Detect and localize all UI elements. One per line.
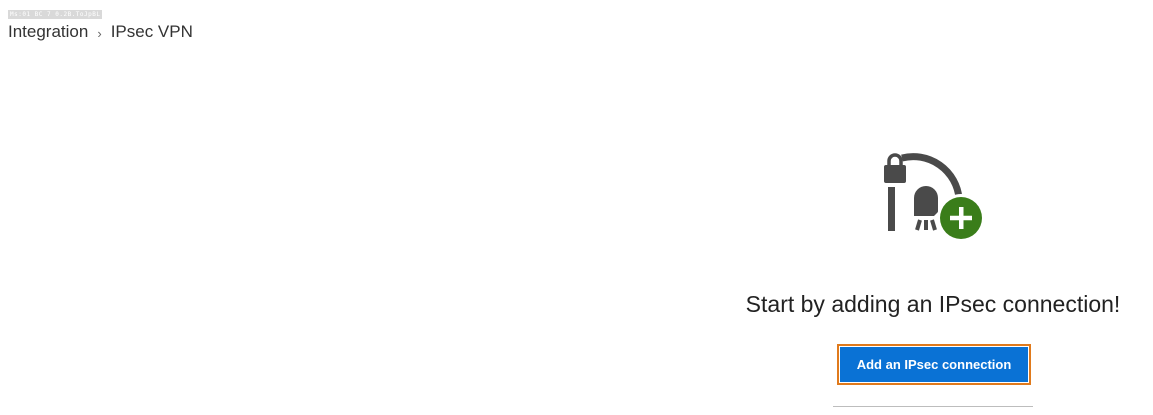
breadcrumb-item-integration[interactable]: Integration [8, 22, 88, 42]
page: Ms:01 BC 7 0.2B.ToJpBL Integration › IPs… [0, 0, 1153, 415]
window-label: Ms:01 BC 7 0.2B.ToJpBL [8, 10, 103, 19]
divider [833, 406, 1033, 407]
breadcrumb-separator: › [97, 25, 102, 41]
vpn-lock-plus-icon [884, 153, 985, 242]
add-ipsec-connection-button[interactable]: Add an IPsec connection [840, 347, 1028, 382]
breadcrumb: Integration › IPsec VPN [8, 22, 193, 42]
add-ipsec-button-focus-ring: Add an IPsec connection [837, 344, 1031, 385]
breadcrumb-item-ipsec-vpn: IPsec VPN [110, 22, 193, 41]
empty-state-title: Start by adding an IPsec connection! [745, 291, 1121, 317]
